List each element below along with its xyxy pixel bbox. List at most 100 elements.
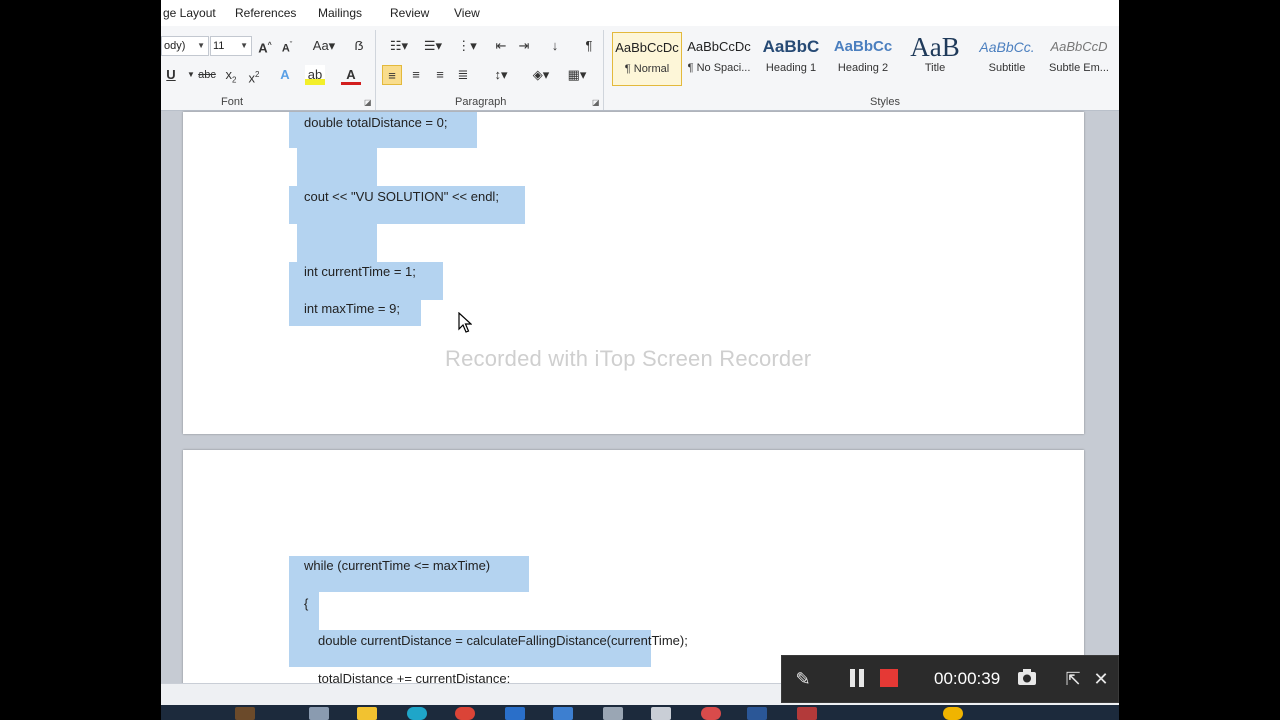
- tab-references[interactable]: References: [235, 6, 296, 20]
- pen-icon[interactable]: ✎: [792, 668, 814, 690]
- document-page[interactable]: double totalDistance = 0; cout << "VU SO…: [183, 112, 1084, 434]
- stop-icon[interactable]: [878, 668, 900, 690]
- mouse-cursor-icon: [458, 312, 472, 333]
- expand-icon[interactable]: ⇱: [1062, 668, 1084, 690]
- style-name: Heading 2: [837, 62, 889, 74]
- numbering-icon[interactable]: ☰▾: [419, 36, 447, 56]
- document-page[interactable]: while (currentTime <= maxTime) { double …: [183, 450, 1084, 690]
- font-name-dropdown[interactable]: ody) ▼: [161, 36, 209, 56]
- word-window: ge Layout References Mailings Review Vie…: [161, 0, 1119, 720]
- grow-font-icon[interactable]: A^: [255, 36, 275, 56]
- style-preview: AaBbCcDc: [687, 39, 751, 54]
- app-icon[interactable]: [505, 707, 525, 720]
- pause-icon[interactable]: [846, 668, 868, 690]
- style-subtitle[interactable]: AaBbCc. Subtitle: [972, 32, 1042, 86]
- group-divider: [375, 30, 376, 110]
- taskbar: [161, 705, 1119, 720]
- style-preview: AaB: [910, 32, 960, 62]
- show-formatting-icon[interactable]: ¶: [579, 36, 599, 56]
- style-title[interactable]: AaB Title: [900, 32, 970, 86]
- style-heading-2[interactable]: AaBbCc Heading 2: [828, 32, 898, 86]
- font-color-icon[interactable]: A: [341, 65, 361, 85]
- bullets-icon[interactable]: ☷▾: [385, 36, 413, 56]
- tab-mailings[interactable]: Mailings: [318, 6, 362, 20]
- decrease-indent-icon[interactable]: ⇤: [491, 36, 511, 56]
- folder-icon[interactable]: [357, 707, 377, 720]
- style-name: ¶ No Spaci...: [687, 62, 751, 74]
- change-case-icon[interactable]: Aa▾: [309, 36, 339, 56]
- style-subtle-emphasis[interactable]: AaBbCcD Subtle Em...: [1044, 32, 1114, 86]
- app-icon[interactable]: [701, 707, 721, 720]
- style-name: Heading 1: [765, 62, 817, 74]
- app-icon[interactable]: [309, 707, 329, 720]
- app-icon[interactable]: [603, 707, 623, 720]
- tab-page-layout[interactable]: ge Layout: [163, 6, 216, 20]
- style-name: Subtle Em...: [1049, 62, 1109, 74]
- code-line: int currentTime = 1;: [304, 264, 416, 279]
- align-center-icon[interactable]: ≡: [406, 65, 426, 85]
- strikethrough-icon[interactable]: abc: [197, 65, 217, 85]
- ribbon-tab-bar: ge Layout References Mailings Review Vie…: [161, 0, 1119, 27]
- justify-icon[interactable]: ≣: [453, 65, 473, 85]
- app-icon[interactable]: [651, 707, 671, 720]
- dialog-launcher-icon[interactable]: ◪: [364, 98, 372, 107]
- code-line: int maxTime = 9;: [304, 301, 400, 316]
- clear-formatting-icon[interactable]: ẞ: [349, 36, 369, 56]
- font-size-dropdown[interactable]: 11 ▼: [210, 36, 252, 56]
- code-line: double currentDistance = calculateFallin…: [318, 633, 688, 648]
- style-preview: AaBbC: [762, 37, 820, 56]
- recording-timer: 00:00:39: [934, 669, 1001, 688]
- tab-view[interactable]: View: [454, 6, 480, 20]
- group-divider: [603, 30, 604, 110]
- selection-highlight: [297, 148, 377, 186]
- code-line: {: [304, 596, 309, 611]
- chrome-icon[interactable]: [455, 707, 475, 720]
- style-name: Subtitle: [988, 62, 1026, 74]
- line-spacing-icon[interactable]: ↕▾: [487, 65, 515, 85]
- app-icon[interactable]: [943, 707, 963, 720]
- chevron-down-icon: ▼: [240, 41, 248, 50]
- text-effects-icon[interactable]: A: [275, 65, 295, 85]
- font-name-value: ody): [164, 40, 186, 52]
- word-icon[interactable]: [747, 707, 767, 720]
- style-name: ¶ Normal: [624, 63, 670, 75]
- style-preview: AaBbCcDc: [615, 40, 679, 55]
- app-icon[interactable]: [553, 707, 573, 720]
- style-normal[interactable]: AaBbCcDc ¶ Normal: [612, 32, 682, 86]
- font-group-label: Font: [221, 96, 244, 108]
- code-line: cout << "VU SOLUTION" << endl;: [304, 189, 499, 204]
- paragraph-group-label: Paragraph: [455, 96, 507, 108]
- style-heading-1[interactable]: AaBbC Heading 1: [756, 32, 826, 86]
- app-icon[interactable]: [797, 707, 817, 720]
- sort-icon[interactable]: ↓: [545, 36, 565, 56]
- camera-icon[interactable]: [1016, 668, 1038, 690]
- align-right-icon[interactable]: ≡: [430, 65, 450, 85]
- superscript-icon[interactable]: x2: [244, 65, 264, 85]
- code-line: while (currentTime <= maxTime): [304, 558, 491, 573]
- underline-icon[interactable]: U: [161, 65, 181, 85]
- styles-group-label: Styles: [870, 96, 900, 108]
- align-left-icon[interactable]: ≡: [382, 65, 402, 85]
- recorder-watermark: Recorded with iTop Screen Recorder: [445, 346, 812, 371]
- style-preview: AaBbCc: [833, 38, 893, 55]
- style-name: Title: [924, 62, 946, 74]
- tab-review[interactable]: Review: [390, 6, 429, 20]
- style-preview: AaBbCc.: [979, 39, 1035, 55]
- shrink-font-icon[interactable]: Aˇ: [277, 36, 297, 56]
- style-no-spacing[interactable]: AaBbCcDc ¶ No Spaci...: [684, 32, 754, 86]
- highlight-color-icon[interactable]: ab: [305, 65, 325, 85]
- ribbon: ody) ▼ 11 ▼ A^ Aˇ Aa▾ ẞ U ▼ abc x2 x2 A …: [161, 26, 1119, 111]
- borders-icon[interactable]: ▦▾: [563, 65, 591, 85]
- shading-icon[interactable]: ◈▾: [527, 65, 555, 85]
- selection-highlight: [297, 224, 377, 262]
- recorder-toolbar: ✎ 00:00:39 ⇱ ✕: [781, 655, 1119, 703]
- font-size-value: 11: [213, 40, 225, 52]
- subscript-icon[interactable]: x2: [221, 65, 241, 85]
- multilevel-list-icon[interactable]: ⋮▾: [453, 36, 481, 56]
- close-icon[interactable]: ✕: [1090, 668, 1112, 690]
- edge-icon[interactable]: [407, 707, 427, 720]
- dialog-launcher-icon[interactable]: ◪: [592, 98, 600, 107]
- increase-indent-icon[interactable]: ⇥: [514, 36, 534, 56]
- code-line: double totalDistance = 0;: [304, 115, 448, 130]
- app-icon[interactable]: [235, 707, 255, 720]
